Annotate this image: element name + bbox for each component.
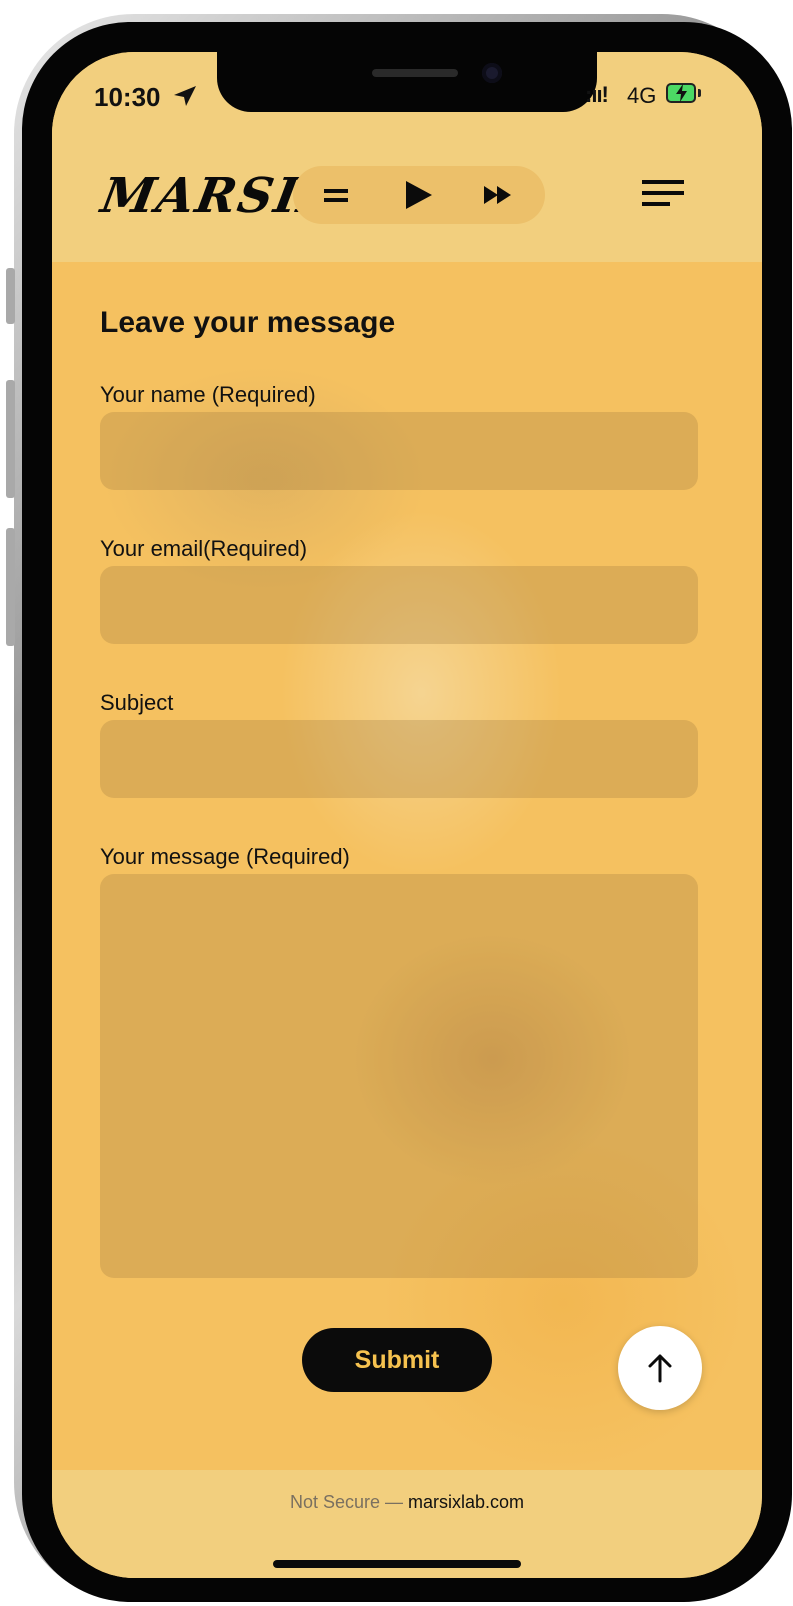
- url-separator: —: [380, 1492, 409, 1512]
- scroll-to-top-button[interactable]: [618, 1326, 702, 1410]
- submit-button[interactable]: Submit: [302, 1328, 492, 1392]
- hamburger-menu-icon[interactable]: [636, 174, 688, 214]
- location-arrow-icon: [174, 86, 196, 106]
- signal-icon: :ıı!: [585, 82, 609, 107]
- playlist-icon[interactable]: [307, 166, 365, 224]
- mute-switch: [6, 268, 15, 324]
- security-label: Not Secure: [289, 1492, 380, 1512]
- email-field[interactable]: [100, 566, 698, 644]
- name-field[interactable]: [100, 412, 698, 490]
- play-icon[interactable]: [389, 166, 447, 224]
- media-player: [293, 166, 545, 224]
- url-domain: marsixlab.com: [408, 1492, 525, 1512]
- status-time: 10:30: [94, 82, 161, 112]
- network-type: 4G: [627, 83, 657, 108]
- message-field[interactable]: [100, 874, 698, 1278]
- charging-bolt-icon: [676, 84, 687, 102]
- subject-field[interactable]: [100, 720, 698, 798]
- volume-down-button: [6, 528, 15, 646]
- volume-up-button: [6, 380, 15, 498]
- email-label: Your email(Required): [100, 536, 308, 561]
- arrow-up-icon: [648, 1354, 672, 1383]
- subject-label: Subject: [100, 690, 174, 715]
- notch: [217, 52, 597, 112]
- home-indicator: [273, 1560, 521, 1568]
- fast-forward-icon[interactable]: [469, 166, 527, 224]
- screen: 10:30 :ıı! 4G MARSIX Leave your message …: [52, 52, 762, 1578]
- url-text[interactable]: Not Secure — marsixlab.com: [52, 1492, 762, 1513]
- form-title: Leave your message: [100, 306, 396, 339]
- battery-cap: [698, 89, 701, 97]
- message-label: Your message (Required): [100, 844, 350, 869]
- speaker: [372, 69, 458, 77]
- camera: [482, 63, 502, 83]
- name-label: Your name (Required): [100, 382, 316, 407]
